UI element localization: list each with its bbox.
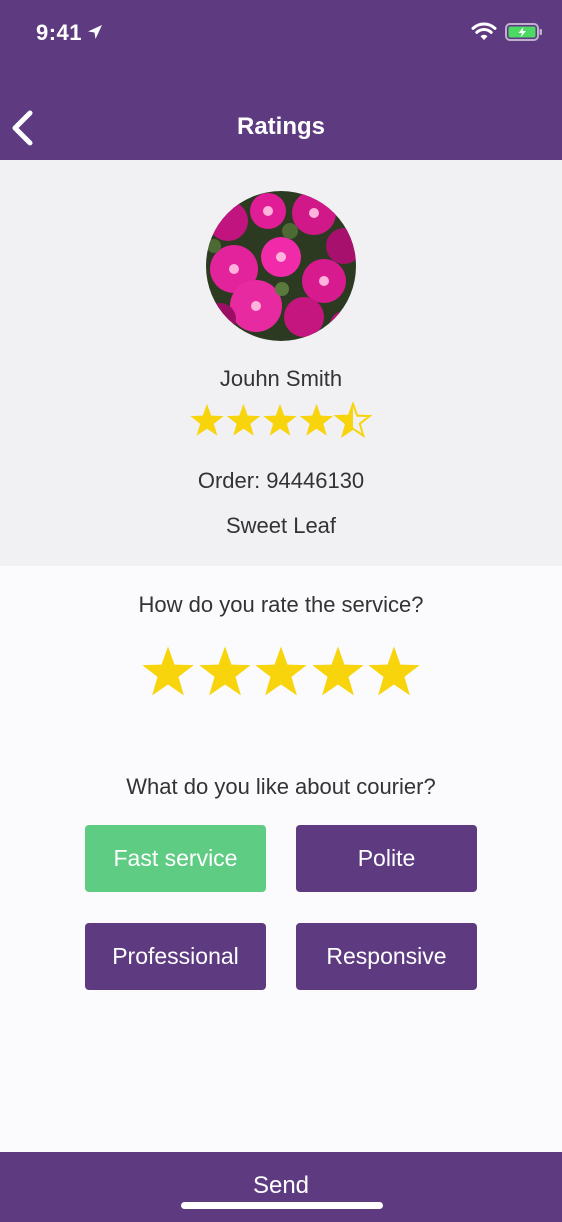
tag-polite-button[interactable]: Polite [296,825,477,892]
rating-star-full [190,404,224,436]
star-filled-icon [255,646,307,696]
tag-professional-button[interactable]: Professional [85,923,266,990]
rating-star-full [226,404,261,436]
feedback-question: What do you like about courier? [126,774,436,799]
header-bar: 9:41 Ratings [0,0,562,160]
star-filled-icon [142,646,194,696]
shop-name: Sweet Leaf [225,513,337,538]
tag-fast-service-button[interactable]: Fast service [85,825,266,892]
page-title: Ratings [236,113,325,140]
status-time: 9:41 [36,20,83,45]
status-bar: 9:41 [0,0,562,70]
rating-star-full [263,404,297,436]
rating-star-full [299,404,334,436]
service-star-1[interactable] [140,644,196,700]
avatar-flowers-image [206,191,356,341]
send-label: Send [252,1172,310,1199]
location-arrow-icon [88,25,102,39]
battery-charging-icon [505,23,542,41]
service-star-4[interactable] [310,644,366,700]
star-filled-icon [311,646,364,696]
courier-name: Jouhn Smith [219,366,343,391]
star-filled-icon [368,646,420,696]
tag-responsive-button[interactable]: Responsive [296,923,477,990]
avatar [206,191,356,341]
home-indicator [181,1202,383,1209]
service-star-3[interactable] [253,644,309,700]
send-button[interactable]: Send [0,1152,562,1222]
courier-rating-stars [190,402,373,439]
courier-profile: Jouhn Smith Order: 94446130 Sweet Leaf [0,160,562,566]
wifi-icon [471,22,497,40]
order-number: Order: 94446130 [197,468,365,493]
service-rating-input[interactable] [140,644,422,700]
service-star-5[interactable] [366,644,422,700]
service-rating-question: How do you rate the service? [138,592,424,617]
star-filled-icon [198,646,251,696]
service-star-2[interactable] [197,644,253,700]
